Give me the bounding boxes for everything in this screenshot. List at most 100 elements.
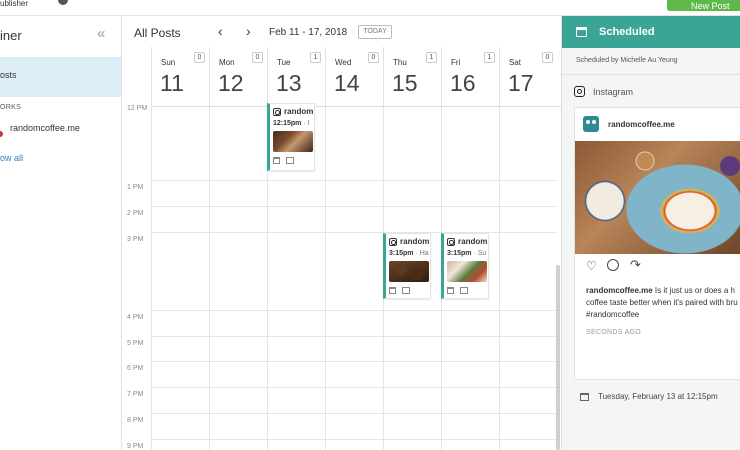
instagram-icon <box>389 238 397 246</box>
caption-line: randomcoffee.me Is it just us or does a … <box>586 285 740 297</box>
post-time: 3:15pm · Ha <box>389 250 429 257</box>
day-number: 12 <box>218 70 244 96</box>
grid-divider <box>325 107 326 450</box>
caption-line: #randomcoffee <box>586 310 640 319</box>
sidebar-item-account[interactable]: randomcoffee.me <box>10 123 80 133</box>
day-name: Thu <box>393 58 407 67</box>
grid-divider <box>151 232 557 233</box>
collapse-icon[interactable]: « <box>97 25 105 42</box>
grid-divider <box>151 439 557 440</box>
chevron-left-icon[interactable]: ‹ <box>218 23 223 39</box>
hour-label: 12 PM <box>127 105 148 112</box>
post-count-badge: 0 <box>194 52 205 63</box>
panel-header: Scheduled <box>562 16 740 48</box>
networks-heading: ORKS <box>0 104 22 111</box>
calendar-icon <box>576 27 587 37</box>
sidebar: iner « osts ORKS randomcoffee.me ow all <box>0 16 122 450</box>
caption-user: randomcoffee.me <box>586 286 653 295</box>
hour-label: 3 PM <box>127 236 144 243</box>
sidebar-title: iner <box>0 28 22 43</box>
post-caption-snippet: · Su <box>471 250 487 257</box>
calendar-scrollbar[interactable] <box>556 265 560 450</box>
grid-divider <box>151 180 557 181</box>
page-title: All Posts <box>134 26 181 40</box>
image-icon[interactable] <box>402 287 410 294</box>
grid-divider <box>151 310 557 311</box>
day-column-header[interactable]: Sun 11 0 <box>151 47 209 107</box>
post-time-value: 3:15pm <box>389 250 414 257</box>
day-header-row: Sun 11 0 Mon 12 0 Tue 13 1 Wed 14 0 Thu <box>151 47 561 107</box>
post-caption-snippet: · I <box>301 120 310 127</box>
scheduled-post-card[interactable]: random 3:15pm · Ha <box>383 233 431 299</box>
logo-icon <box>58 0 68 5</box>
caption-text: Is it just us or does a h <box>652 286 735 295</box>
day-name: Wed <box>335 58 352 67</box>
image-icon[interactable] <box>460 287 468 294</box>
app-title: ublisher <box>0 0 29 8</box>
scheduled-post-card[interactable]: random 3:15pm · Su <box>441 233 489 299</box>
grid-divider <box>151 206 557 207</box>
calendar-icon <box>580 393 589 401</box>
image-icon[interactable] <box>286 157 294 164</box>
post-preview: randomcoffee.me ♡ ↷ randomcoffee.me Is i… <box>574 107 740 380</box>
new-post-button[interactable]: New Post <box>667 0 740 11</box>
day-number: 16 <box>450 70 476 96</box>
post-count-badge: 1 <box>426 52 437 63</box>
today-button[interactable]: TODAY <box>358 25 392 39</box>
day-number: 15 <box>392 70 418 96</box>
calendar-header: All Posts ‹ › Feb 11 - 17, 2018 TODAY <box>122 16 561 47</box>
day-number: 17 <box>508 70 534 96</box>
scheduled-by-text: Scheduled by Michelle Au Yeung <box>576 57 678 64</box>
day-name: Mon <box>219 58 235 67</box>
grid-divider <box>151 336 557 337</box>
sidebar-item-all-posts[interactable]: osts <box>0 57 121 97</box>
network-label: Instagram <box>593 87 634 97</box>
post-count-badge: 0 <box>542 52 553 63</box>
post-time: 12:15pm · I <box>273 120 310 127</box>
day-name: Fri <box>451 58 461 67</box>
hour-label: 5 PM <box>127 340 144 347</box>
day-number: 14 <box>334 70 360 96</box>
scheduled-time: Tuesday, February 13 at 12:15pm <box>598 392 718 401</box>
calendar-icon[interactable] <box>273 157 280 164</box>
scheduled-by-row: Scheduled by Michelle Au Yeung <box>562 48 740 75</box>
account-avatar-icon <box>0 131 3 137</box>
post-count-badge: 0 <box>368 52 379 63</box>
instagram-icon <box>574 86 585 97</box>
day-column-header[interactable]: Wed 14 0 <box>325 47 383 107</box>
hour-label: 4 PM <box>127 314 144 321</box>
day-column-header[interactable]: Tue 13 1 <box>267 47 325 107</box>
post-count-badge: 1 <box>310 52 321 63</box>
day-column-header[interactable]: Sat 17 0 <box>499 47 557 107</box>
hour-label: 9 PM <box>127 443 144 450</box>
scheduled-panel: Scheduled Scheduled by Michelle Au Yeung… <box>561 16 740 450</box>
post-thumbnail <box>447 261 487 282</box>
post-account: random <box>400 237 430 246</box>
day-column-header[interactable]: Mon 12 0 <box>209 47 267 107</box>
hour-label: 2 PM <box>127 210 144 217</box>
caption-line: coffee taste better when it's paired wit… <box>586 298 738 307</box>
calendar-icon[interactable] <box>389 287 396 294</box>
scheduled-post-card[interactable]: random 12:15pm · I <box>267 103 315 171</box>
post-caption: randomcoffee.me Is it just us or does a … <box>586 285 740 321</box>
post-image <box>575 141 740 254</box>
day-number: 11 <box>160 70 184 96</box>
grid-divider <box>209 107 210 450</box>
week-grid[interactable]: 12 PM 1 PM 2 PM 3 PM 4 PM 5 PM 6 PM 7 PM… <box>122 103 557 450</box>
post-thumbnail <box>389 261 429 282</box>
panel-title: Scheduled <box>599 26 655 38</box>
chevron-right-icon[interactable]: › <box>246 23 251 39</box>
post-count-badge: 1 <box>484 52 495 63</box>
show-all-link[interactable]: ow all <box>0 153 23 163</box>
calendar: All Posts ‹ › Feb 11 - 17, 2018 TODAY Su… <box>122 16 561 450</box>
grid-divider <box>151 413 557 414</box>
heart-icon: ♡ <box>586 259 597 273</box>
calendar-icon[interactable] <box>447 287 454 294</box>
instagram-icon <box>273 108 281 116</box>
post-timestamp: SECONDS AGO <box>586 329 642 336</box>
hour-label: 1 PM <box>127 184 144 191</box>
post-count-badge: 0 <box>252 52 263 63</box>
day-column-header[interactable]: Thu 15 1 <box>383 47 441 107</box>
post-time: 3:15pm · Su <box>447 250 486 257</box>
day-column-header[interactable]: Fri 16 1 <box>441 47 499 107</box>
